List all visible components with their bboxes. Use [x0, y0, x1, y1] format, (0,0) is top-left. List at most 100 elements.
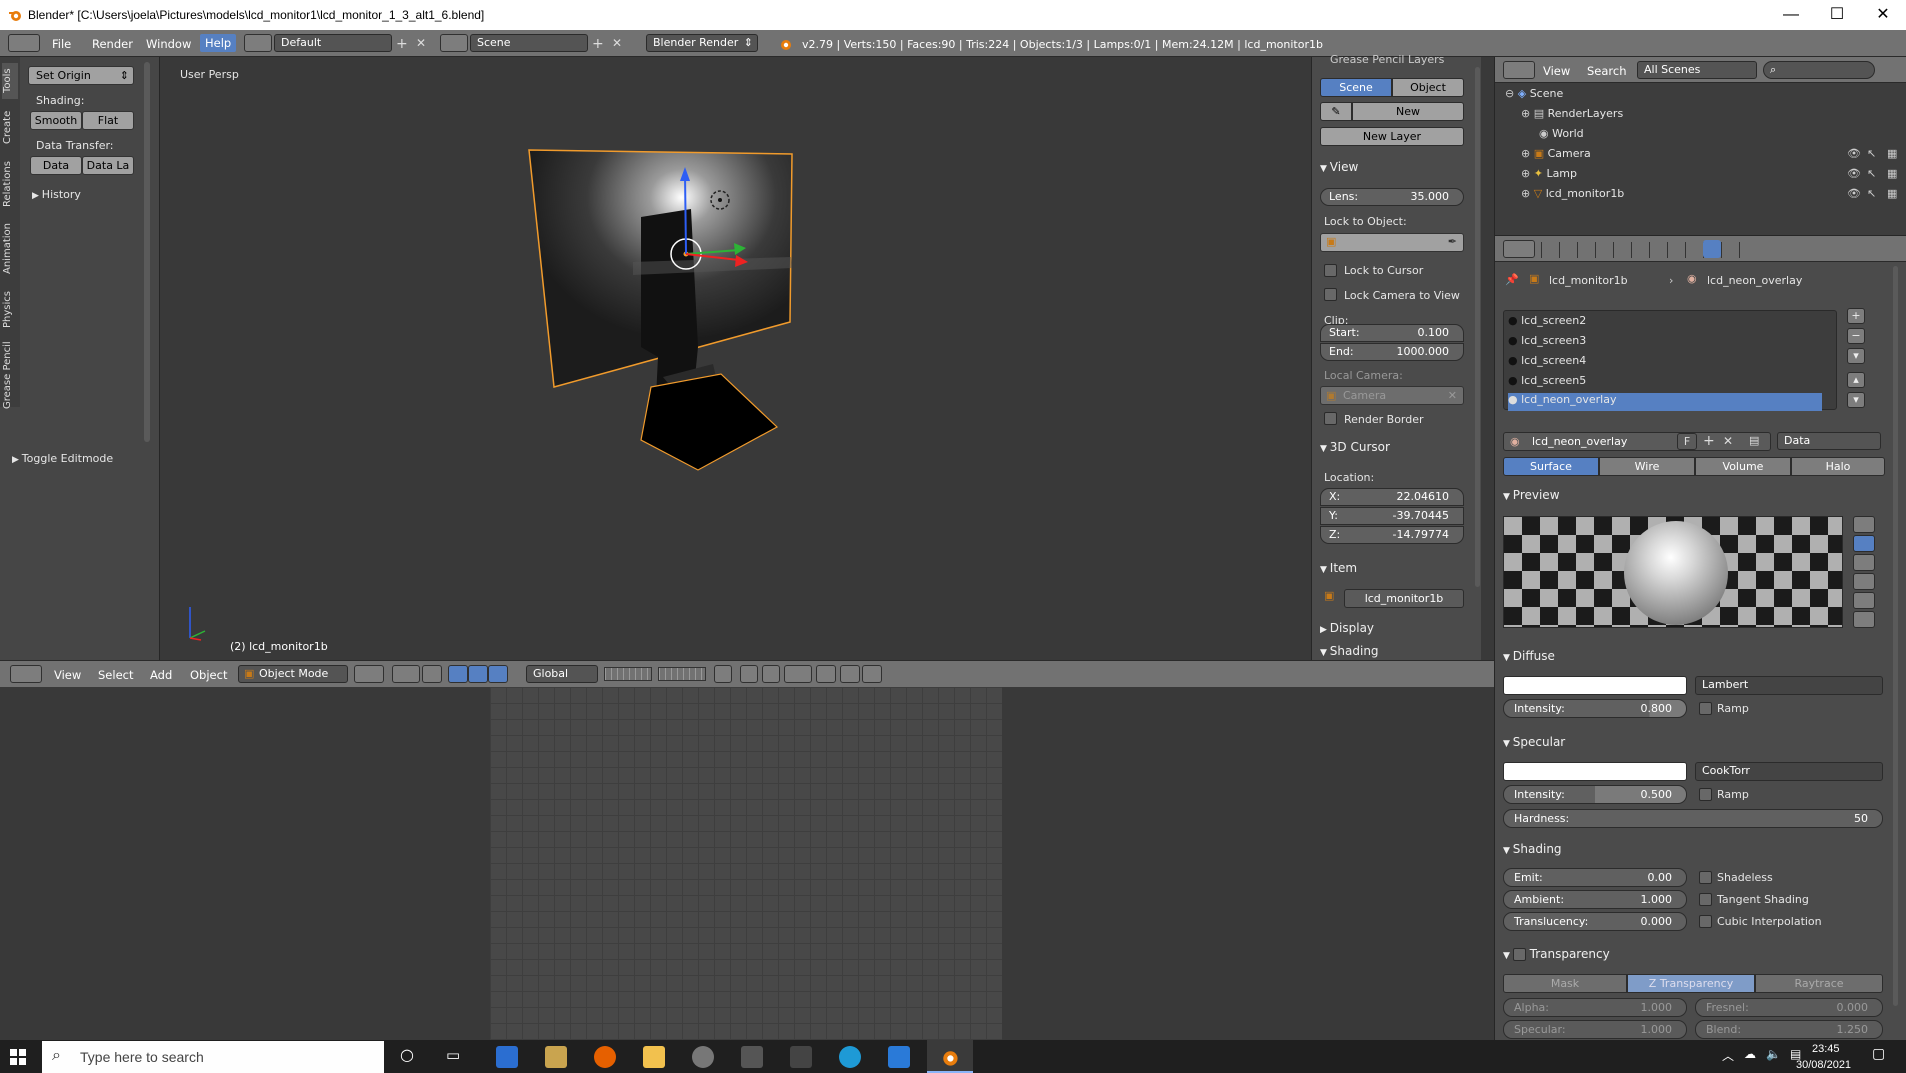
notifications-icon[interactable]: ▢ [1872, 1046, 1885, 1062]
raytrace-tab[interactable]: Raytrace [1755, 974, 1883, 993]
menu-search[interactable]: Search [1587, 64, 1627, 78]
app-icon[interactable] [790, 1046, 812, 1068]
taskbar-search-box[interactable]: ⌕ Type here to search [42, 1041, 384, 1073]
specular-intensity-slider[interactable]: Intensity: 0.500 [1503, 785, 1687, 804]
viewport-shading-icon[interactable] [354, 665, 384, 683]
cursor-select-icon[interactable]: ↖ [1867, 167, 1876, 180]
preview-flat-icon[interactable] [1853, 516, 1875, 533]
windows-start-icon[interactable] [10, 1049, 26, 1065]
blender-taskbar-button[interactable] [927, 1040, 973, 1073]
tray-chevron-icon[interactable]: ︿ [1722, 1047, 1734, 1064]
trans-specular-field[interactable]: Specular: 1.000 [1503, 1020, 1687, 1039]
3d-cursor-panel-header[interactable]: ▼ 3D Cursor [1320, 440, 1390, 454]
z-transparency-tab[interactable]: Z Transparency [1627, 974, 1755, 993]
store-icon[interactable] [545, 1046, 567, 1068]
specular-color-swatch[interactable] [1503, 762, 1687, 781]
unlink-material-icon[interactable]: ✕ [1723, 434, 1733, 448]
editor-type-icon[interactable] [8, 34, 40, 52]
menu-view[interactable]: View [54, 668, 81, 682]
lens-field[interactable]: Lens: 35.000 [1320, 188, 1464, 206]
volume-icon[interactable]: 🔈 [1766, 1047, 1781, 1061]
outliner-item-lamp[interactable]: ⊕ ✦ Lamp [1521, 167, 1577, 180]
grease-object-tab[interactable]: Object [1392, 78, 1464, 97]
lock-to-cursor-checkbox[interactable] [1324, 264, 1337, 277]
preview-sky-icon[interactable] [1853, 611, 1875, 628]
render-icon[interactable]: ▦ [1887, 187, 1897, 200]
3d-viewport[interactable]: User Persp (2) lcd_monitor1b [161, 57, 1311, 660]
fake-user-button[interactable]: F [1677, 433, 1697, 450]
tab-tools[interactable]: Tools [2, 63, 18, 99]
menu-object[interactable]: Object [190, 668, 227, 682]
emit-field[interactable]: Emit: 0.00 [1503, 868, 1687, 887]
display-panel-header[interactable]: ▶ Display [1320, 621, 1374, 635]
fresnel-field[interactable]: Fresnel: 0.000 [1695, 998, 1883, 1017]
mask-tab[interactable]: Mask [1503, 974, 1627, 993]
file-explorer-icon[interactable] [643, 1046, 665, 1068]
material-slot-selected[interactable]: ● lcd_neon_overlay [1508, 393, 1822, 411]
remove-scene-icon[interactable]: ✕ [612, 36, 622, 50]
remove-layout-icon[interactable]: ✕ [416, 36, 426, 50]
material-slot[interactable]: ● lcd_screen2 [1508, 314, 1818, 332]
eye-icon[interactable]: 👁 [1847, 147, 1861, 160]
sidebar-scrollbar[interactable] [1475, 67, 1480, 587]
preview-cube-icon[interactable] [1853, 554, 1875, 571]
link-select[interactable]: Data [1777, 432, 1881, 450]
add-scene-icon[interactable]: + [592, 36, 604, 52]
set-origin-dropdown[interactable]: Set Origin ⇕ [28, 66, 134, 85]
view-panel-header[interactable]: ▼ View [1320, 160, 1358, 174]
outliner-search-input[interactable]: ⌕ [1763, 61, 1875, 79]
specular-shader-select[interactable]: CookTorr [1695, 762, 1883, 781]
properties-scrollbar[interactable] [1893, 266, 1898, 1006]
hardness-field[interactable]: Hardness: 50 [1503, 809, 1883, 828]
item-name-field[interactable]: lcd_monitor1b [1344, 589, 1464, 608]
lock-layers-icon[interactable] [714, 665, 732, 683]
menu-render[interactable]: Render [92, 37, 133, 51]
menu-help[interactable]: Help [200, 34, 237, 52]
cursor-select-icon[interactable]: ↖ [1867, 187, 1876, 200]
material-slot[interactable]: ● lcd_screen4 [1508, 354, 1818, 372]
firefox-icon[interactable] [594, 1046, 616, 1068]
excel-icon[interactable] [741, 1046, 763, 1068]
scene-field[interactable]: Scene [470, 34, 588, 52]
translate-icon[interactable] [448, 665, 468, 683]
volume-tab[interactable]: Volume [1695, 457, 1791, 476]
wire-tab[interactable]: Wire [1599, 457, 1695, 476]
context-tabs[interactable] [1541, 242, 1757, 258]
surface-tab[interactable]: Surface [1503, 457, 1599, 476]
eye-icon[interactable]: 👁 [1847, 187, 1861, 200]
add-slot-icon[interactable]: + [1847, 308, 1865, 324]
preview-panel-header[interactable]: ▼ Preview [1503, 488, 1560, 502]
item-panel-header[interactable]: ▼ Item [1320, 561, 1357, 575]
manipulator-toggle-icon[interactable] [422, 665, 442, 683]
tangent-shading-checkbox[interactable] [1699, 893, 1712, 906]
render-icon[interactable]: ▦ [1887, 167, 1897, 180]
pencil-icon[interactable]: ✎ [1320, 102, 1352, 121]
history-panel-header[interactable]: ▶ History [32, 188, 137, 204]
outliner-item-camera[interactable]: ⊕ ▣ Camera [1521, 147, 1591, 160]
toolshelf-scrollbar[interactable] [144, 62, 150, 442]
render-icon[interactable] [816, 665, 836, 683]
browse-icon[interactable]: ▤ [1749, 434, 1759, 447]
tab-create[interactable]: Create [2, 105, 18, 149]
camera-icon[interactable] [862, 665, 882, 683]
clip-end-field[interactable]: End: 1000.000 [1320, 343, 1464, 361]
mode-select[interactable]: ▣ Object Mode [238, 665, 348, 683]
data-layout-button[interactable]: Data La [82, 156, 134, 175]
diffuse-intensity-slider[interactable]: Intensity: 0.800 [1503, 699, 1687, 718]
flat-button[interactable]: Flat [82, 111, 134, 130]
outliner-item-scene[interactable]: ⊖ ◈ Scene [1505, 87, 1563, 100]
maximize-button[interactable]: ☐ [1814, 0, 1860, 30]
halo-tab[interactable]: Halo [1791, 457, 1885, 476]
screen-layout-icon[interactable] [244, 34, 272, 52]
material-tab-icon[interactable] [1703, 240, 1721, 258]
eye-icon[interactable]: 👁 [1847, 167, 1861, 180]
shading-panel-header[interactable]: ▼ Shading [1503, 842, 1562, 856]
cortana-icon[interactable]: ○ [400, 1045, 414, 1064]
pivot-icon[interactable] [392, 665, 420, 683]
shadeless-checkbox[interactable] [1699, 871, 1712, 884]
new-grease-button[interactable]: New [1352, 102, 1464, 121]
specular-panel-header[interactable]: ▼ Specular [1503, 735, 1565, 749]
diffuse-shader-select[interactable]: Lambert [1695, 676, 1883, 695]
layer-buttons-2[interactable] [658, 667, 706, 681]
cursor-z-field[interactable]: Z: -14.79774 [1320, 526, 1464, 544]
